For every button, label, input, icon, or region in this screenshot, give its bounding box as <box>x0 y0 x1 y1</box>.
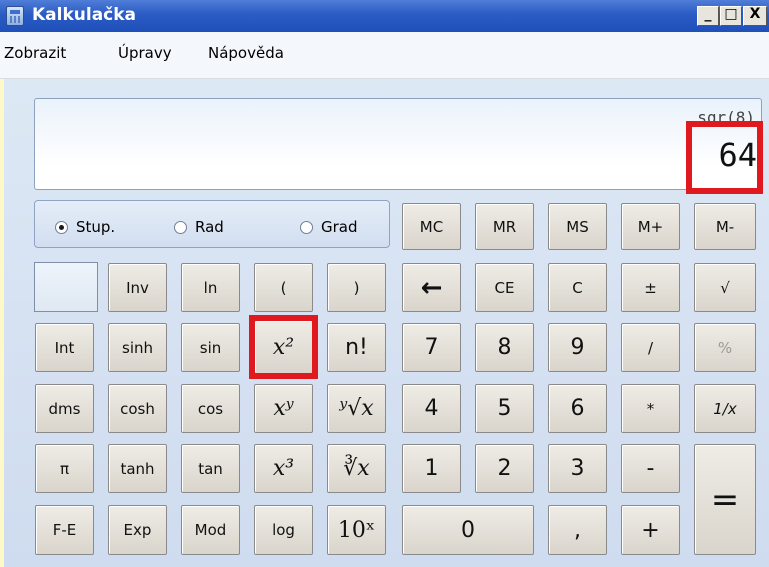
menu-view[interactable]: Zobrazit <box>4 44 66 62</box>
digit-4-button[interactable]: 4 <box>402 384 461 433</box>
minus-button[interactable]: - <box>621 444 680 493</box>
digit-5-button[interactable]: 5 <box>475 384 534 433</box>
sqrt-button[interactable]: √ <box>694 263 756 312</box>
backspace-arrow-icon: ← <box>420 272 443 303</box>
digit-7-button[interactable]: 7 <box>402 323 461 372</box>
exp-button[interactable]: Exp <box>108 505 167 555</box>
divide-button[interactable]: / <box>621 323 680 372</box>
log-button[interactable]: log <box>254 505 313 555</box>
ten-power-button[interactable]: 10ˣ <box>327 505 386 555</box>
plus-button[interactable]: + <box>621 505 680 555</box>
cube-root-button[interactable]: ∛x <box>327 444 386 493</box>
digit-1-button[interactable]: 1 <box>402 444 461 493</box>
display-panel <box>34 98 762 190</box>
digit-8-button[interactable]: 8 <box>475 323 534 372</box>
digit-3-button[interactable]: 3 <box>548 444 607 493</box>
ms-button[interactable]: MS <box>548 203 607 250</box>
minimize-button[interactable]: _ <box>697 6 719 26</box>
ln-button[interactable]: ln <box>181 263 240 312</box>
menu-bar: Zobrazit Úpravy Nápověda <box>0 32 769 79</box>
radio-unselected-icon <box>174 220 187 234</box>
decimal-button[interactable]: , <box>548 505 607 555</box>
percent-button[interactable]: % <box>694 323 756 372</box>
close-paren-button[interactable]: ) <box>327 263 386 312</box>
radio-radians[interactable]: Rad <box>174 218 224 236</box>
yth-root-button[interactable]: ʸ√x <box>327 384 386 433</box>
display-highlight-box <box>686 121 763 194</box>
mod-button[interactable]: Mod <box>181 505 240 555</box>
digit-2-button[interactable]: 2 <box>475 444 534 493</box>
radio-unselected-icon <box>300 220 313 234</box>
memory-indicator <box>34 262 98 312</box>
open-paren-button[interactable]: ( <box>254 263 313 312</box>
digit-9-button[interactable]: 9 <box>548 323 607 372</box>
power-button[interactable]: xʸ <box>254 384 313 433</box>
int-button[interactable]: Int <box>35 323 94 372</box>
m-minus-button[interactable]: M- <box>694 203 756 250</box>
multiply-button[interactable]: * <box>621 384 680 433</box>
sin-button[interactable]: sin <box>181 323 240 372</box>
digit-0-button[interactable]: 0 <box>402 505 534 555</box>
dms-button[interactable]: dms <box>35 384 94 433</box>
radio-grads[interactable]: Grad <box>300 218 358 236</box>
m-plus-button[interactable]: M+ <box>621 203 680 250</box>
menu-help[interactable]: Nápověda <box>208 44 284 62</box>
pi-button[interactable]: π <box>35 444 94 493</box>
square-button-highlight-box <box>249 315 318 379</box>
window-title: Kalkulačka <box>32 5 137 25</box>
reciprocal-button[interactable]: 1/x <box>694 384 756 433</box>
radio-degrees[interactable]: Stup. <box>55 218 115 236</box>
c-button[interactable]: C <box>548 263 607 312</box>
tanh-button[interactable]: tanh <box>108 444 167 493</box>
menu-edit[interactable]: Úpravy <box>118 44 172 62</box>
mc-button[interactable]: MC <box>402 203 461 250</box>
factorial-button[interactable]: n! <box>327 323 386 372</box>
ce-button[interactable]: CE <box>475 263 534 312</box>
fe-button[interactable]: F-E <box>35 505 94 555</box>
cube-button[interactable]: x³ <box>254 444 313 493</box>
digit-6-button[interactable]: 6 <box>548 384 607 433</box>
inv-button[interactable]: Inv <box>108 263 167 312</box>
tan-button[interactable]: tan <box>181 444 240 493</box>
title-bar: Kalkulačka _ □ X <box>0 0 769 32</box>
equals-button[interactable]: = <box>694 444 756 555</box>
mr-button[interactable]: MR <box>475 203 534 250</box>
backspace-button[interactable]: ← <box>402 263 461 312</box>
plus-minus-button[interactable]: ± <box>621 263 680 312</box>
radio-selected-icon <box>55 220 68 234</box>
close-button[interactable]: X <box>743 6 767 26</box>
cosh-button[interactable]: cosh <box>108 384 167 433</box>
calculator-icon <box>6 6 24 26</box>
maximize-button[interactable]: □ <box>720 6 742 26</box>
cos-button[interactable]: cos <box>181 384 240 433</box>
sinh-button[interactable]: sinh <box>108 323 167 372</box>
